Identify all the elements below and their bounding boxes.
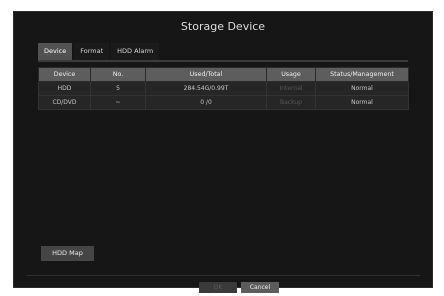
dialog-title: Storage Device: [180, 20, 266, 33]
cell-status[interactable]: Normal: [315, 95, 409, 110]
cell-no: ~: [90, 95, 146, 110]
cell-device: HDD: [38, 81, 91, 96]
table-row[interactable]: CD/DVD ~ 0 /0 Backup Normal: [38, 95, 409, 110]
footer-divider: [26, 275, 420, 276]
cancel-button[interactable]: Cancel: [241, 282, 279, 293]
cell-usage: Internal: [266, 81, 316, 96]
cell-usage: Backup: [266, 95, 316, 110]
cell-status[interactable]: Normal: [315, 81, 409, 96]
cell-device: CD/DVD: [38, 95, 91, 110]
header-status-management: Status/Management: [315, 67, 409, 82]
hdd-map-button[interactable]: HDD Map: [41, 246, 94, 261]
tab-bar: Device Format HDD Alarm: [38, 43, 161, 60]
tab-device[interactable]: Device: [38, 43, 73, 60]
tab-divider: [38, 60, 408, 62]
tab-format[interactable]: Format: [74, 43, 110, 60]
header-usage: Usage: [266, 67, 316, 82]
storage-device-dialog: Storage Device Device Format HDD Alarm D…: [13, 11, 433, 293]
table-row[interactable]: HDD 5 284.54G/0.99T Internal Normal: [38, 81, 409, 96]
cell-used-total: 0 /0: [145, 95, 267, 110]
tab-hdd-alarm[interactable]: HDD Alarm: [111, 43, 160, 60]
header-used-total: Used/Total: [145, 67, 267, 82]
storage-table: Device No. Used/Total Usage Status/Manag…: [38, 67, 409, 110]
header-no: No.: [90, 67, 146, 82]
table-header-row: Device No. Used/Total Usage Status/Manag…: [38, 67, 409, 82]
cell-no: 5: [90, 81, 146, 96]
ok-button[interactable]: OK: [199, 282, 237, 293]
cell-used-total: 284.54G/0.99T: [145, 81, 267, 96]
header-device: Device: [38, 67, 91, 82]
